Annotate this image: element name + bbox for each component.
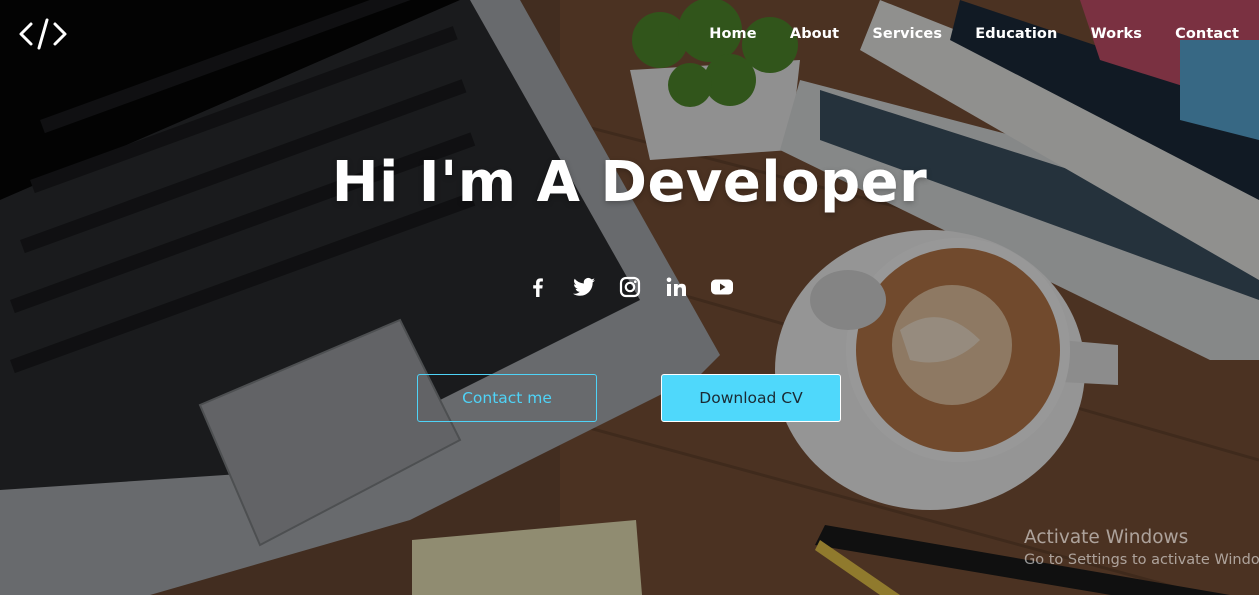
nav-home[interactable]: Home [693, 26, 774, 42]
social-links [0, 275, 1259, 299]
hero-title: Hi I'm A Developer [331, 150, 928, 215]
nav-education[interactable]: Education [959, 26, 1074, 42]
nav-works[interactable]: Works [1074, 26, 1159, 42]
main-navigation: Home About Services Education Works Cont… [693, 26, 1239, 42]
watermark-title: Activate Windows [1024, 527, 1189, 548]
contact-me-button[interactable]: Contact me [417, 374, 597, 422]
facebook-icon[interactable] [526, 275, 550, 299]
watermark-subtitle: Go to Settings to activate Windows. [1024, 552, 1259, 568]
nav-services[interactable]: Services [856, 26, 959, 42]
nav-contact[interactable]: Contact [1159, 26, 1239, 42]
linkedin-icon[interactable] [664, 275, 688, 299]
hero-section: Home About Services Education Works Cont… [0, 0, 1259, 595]
twitter-icon[interactable] [572, 275, 596, 299]
instagram-icon[interactable] [618, 275, 642, 299]
download-cv-button[interactable]: Download CV [661, 374, 841, 422]
nav-about[interactable]: About [773, 26, 856, 42]
youtube-icon[interactable] [710, 275, 734, 299]
activate-windows-watermark: Activate Windows Go to Settings to activ… [1024, 527, 1259, 568]
code-logo-icon[interactable] [18, 16, 68, 52]
